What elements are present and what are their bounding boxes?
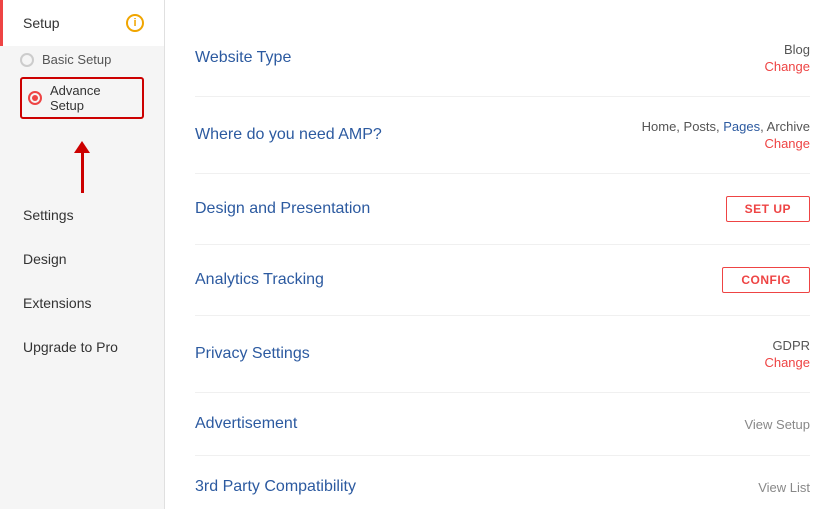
website-type-value-text: Blog bbox=[784, 42, 810, 57]
sidebar-upgrade-label: Upgrade to Pro bbox=[23, 339, 118, 355]
setting-row-amp-location: Where do you need AMP? Home, Posts, Page… bbox=[195, 97, 810, 174]
radio-advance-setup[interactable]: Advance Setup bbox=[28, 83, 136, 113]
setting-row-3rd-party: 3rd Party Compatibility View List bbox=[195, 456, 810, 509]
sidebar-item-design[interactable]: Design bbox=[0, 237, 164, 281]
amp-pages-highlight: Pages bbox=[723, 119, 760, 134]
sidebar-item-setup[interactable]: Setup i bbox=[0, 0, 164, 46]
arrow-line bbox=[81, 153, 84, 193]
privacy-value-text: GDPR bbox=[772, 338, 810, 353]
website-type-value: Blog Change bbox=[764, 42, 810, 74]
website-type-change-link[interactable]: Change bbox=[764, 59, 810, 74]
amp-location-value: Home, Posts, Pages, Archive Change bbox=[642, 119, 810, 151]
config-button[interactable]: CONFIG bbox=[722, 267, 810, 293]
privacy-label: Privacy Settings bbox=[195, 345, 310, 363]
3rd-party-view-link[interactable]: View List bbox=[758, 480, 810, 495]
advance-setup-wrapper: Advance Setup bbox=[20, 77, 144, 119]
sidebar-extensions-label: Extensions bbox=[23, 295, 91, 311]
privacy-change-link[interactable]: Change bbox=[764, 355, 810, 370]
setting-row-design-presentation: Design and Presentation SET UP bbox=[195, 174, 810, 245]
sidebar-item-settings[interactable]: Settings bbox=[0, 193, 164, 237]
3rd-party-label: 3rd Party Compatibility bbox=[195, 478, 356, 496]
setting-row-website-type: Website Type Blog Change bbox=[195, 20, 810, 97]
sidebar: Setup i Basic Setup Advance Setup Settin… bbox=[0, 0, 165, 509]
advertisement-label: Advertisement bbox=[195, 415, 297, 433]
website-type-label: Website Type bbox=[195, 49, 291, 67]
setting-row-advertisement: Advertisement View Setup bbox=[195, 393, 810, 456]
sidebar-sub-items: Basic Setup Advance Setup bbox=[0, 46, 164, 133]
sidebar-item-upgrade[interactable]: Upgrade to Pro bbox=[0, 325, 164, 369]
advance-setup-label: Advance Setup bbox=[50, 83, 136, 113]
setting-row-privacy: Privacy Settings GDPR Change bbox=[195, 316, 810, 393]
amp-location-text: Home, Posts, Pages, Archive bbox=[642, 119, 810, 134]
arrow-head bbox=[74, 141, 90, 153]
red-arrow bbox=[74, 141, 90, 193]
radio-basic-circle bbox=[20, 53, 34, 67]
sidebar-design-label: Design bbox=[23, 251, 67, 267]
design-presentation-value: SET UP bbox=[726, 196, 810, 222]
analytics-value: CONFIG bbox=[722, 267, 810, 293]
privacy-value: GDPR Change bbox=[764, 338, 810, 370]
basic-setup-label: Basic Setup bbox=[42, 52, 111, 67]
arrow-container bbox=[0, 133, 164, 193]
amp-location-change-link[interactable]: Change bbox=[764, 136, 810, 151]
design-presentation-label: Design and Presentation bbox=[195, 200, 370, 218]
advertisement-view-link[interactable]: View Setup bbox=[744, 417, 810, 432]
setting-row-analytics: Analytics Tracking CONFIG bbox=[195, 245, 810, 316]
radio-advance-circle bbox=[28, 91, 42, 105]
3rd-party-value: View List bbox=[758, 480, 810, 495]
setup-button[interactable]: SET UP bbox=[726, 196, 810, 222]
amp-location-label: Where do you need AMP? bbox=[195, 126, 382, 144]
main-content: Website Type Blog Change Where do you ne… bbox=[165, 0, 840, 509]
sidebar-item-extensions[interactable]: Extensions bbox=[0, 281, 164, 325]
advertisement-value: View Setup bbox=[744, 417, 810, 432]
sidebar-settings-label: Settings bbox=[23, 207, 74, 223]
radio-basic-setup[interactable]: Basic Setup bbox=[20, 52, 144, 67]
analytics-label: Analytics Tracking bbox=[195, 271, 324, 289]
info-icon: i bbox=[126, 14, 144, 32]
sidebar-setup-label: Setup bbox=[23, 15, 60, 31]
